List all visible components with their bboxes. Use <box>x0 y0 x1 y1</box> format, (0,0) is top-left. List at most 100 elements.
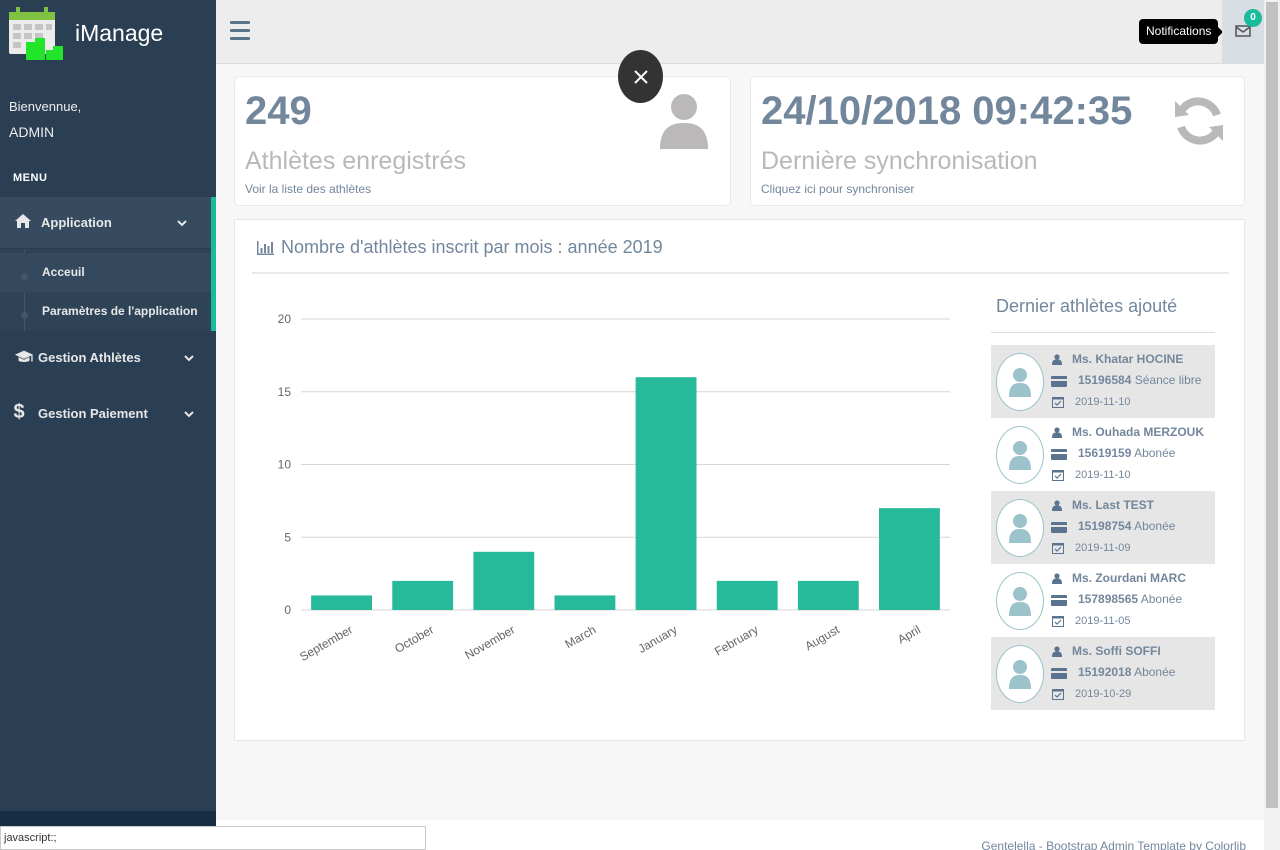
chevron-down-icon <box>184 355 194 362</box>
bar <box>311 595 372 610</box>
athlete-id: 15619159 Abonée <box>1078 446 1175 460</box>
sidebar-item-label: Gestion Paiement <box>38 406 148 421</box>
athlete-plan: Abonée <box>1140 592 1183 606</box>
submenu-item-label: Acceuil <box>42 265 85 279</box>
tile-title: Athlètes enregistrés <box>245 147 466 175</box>
athlete-name: Ms. Soffi SOFFI <box>1072 644 1161 658</box>
athlete-item[interactable]: Ms. Soffi SOFFI 15192018 Abonée 2019-10-… <box>991 637 1215 710</box>
x-tick-label: November <box>462 622 517 662</box>
panel-title: Nombre d'athlètes inscrit par mois : ann… <box>256 237 663 258</box>
user-icon <box>1052 500 1062 511</box>
submenu-item-label: Paramètres de l'application <box>42 304 198 318</box>
calendar-check-icon <box>1052 543 1064 554</box>
y-tick-label: 10 <box>278 458 292 472</box>
y-tick-label: 5 <box>284 530 291 544</box>
y-tick-label: 0 <box>284 603 291 617</box>
user-icon <box>1009 660 1031 689</box>
athlete-item[interactable]: Ms. Zourdani MARC 157898565 Abonée 2019-… <box>991 564 1215 637</box>
athlete-item[interactable]: Ms. Khatar HOCINE 15196584 Séance libre … <box>991 345 1215 418</box>
latest-divider <box>991 332 1215 333</box>
avatar <box>996 353 1044 411</box>
user-icon <box>660 94 708 149</box>
tile-last-sync[interactable]: 24/10/2018 09:42:35 Dernière synchronisa… <box>750 76 1245 206</box>
x-tick-label: January <box>636 622 680 655</box>
tile-subtitle-link[interactable]: Voir la liste des athlètes <box>245 182 371 196</box>
top-navigation: Notifications 0 <box>216 0 1264 64</box>
submenu-item-parametres[interactable]: Paramètres de l'application <box>0 292 211 331</box>
close-icon <box>633 69 648 84</box>
x-tick-label: March <box>563 622 599 651</box>
athlete-id-number: 15192018 <box>1078 665 1132 679</box>
athlete-plan: Abonée <box>1134 519 1176 533</box>
submenu-item-acceuil[interactable]: Acceuil <box>0 253 211 292</box>
bar-chart-icon <box>257 240 274 255</box>
scrollbar-thumb[interactable] <box>1266 2 1278 808</box>
x-tick-label: September <box>297 622 355 663</box>
y-tick-label: 15 <box>278 385 292 399</box>
id-card-icon <box>1051 449 1067 460</box>
tile-athletes-count[interactable]: 249 Athlètes enregistrés Voir la liste d… <box>234 76 731 206</box>
x-tick-label: October <box>392 622 436 655</box>
page-scrollbar[interactable] <box>1264 0 1280 850</box>
athlete-item[interactable]: Ms. Ouhada MERZOUK 15619159 Abonée 2019-… <box>991 418 1215 491</box>
athlete-id-number: 157898565 <box>1078 592 1139 606</box>
chevron-down-icon <box>184 411 194 418</box>
sidebar-item-application[interactable]: Application <box>0 197 216 249</box>
athlete-id-number: 15198754 <box>1078 519 1132 533</box>
calendar-check-icon <box>1052 470 1064 481</box>
sidebar-item-label: Gestion Athlètes <box>38 350 141 365</box>
athlete-name: Ms. Ouhada MERZOUK <box>1072 425 1205 439</box>
bar <box>797 580 859 610</box>
athlete-id: 157898565 Abonée <box>1078 592 1182 606</box>
submenu-application: Acceuil Paramètres de l'application <box>0 249 216 331</box>
athlete-date: 2019-11-09 <box>1075 542 1131 554</box>
tile-count: 249 <box>245 89 312 133</box>
athlete-id: 15196584 Séance libre <box>1078 373 1201 387</box>
avatar <box>996 499 1044 557</box>
athlete-name: Ms. Khatar HOCINE <box>1072 352 1184 366</box>
bar <box>879 508 940 610</box>
graduation-cap-icon <box>14 347 34 367</box>
calendar-check-icon <box>1052 689 1064 700</box>
close-button[interactable] <box>618 50 663 103</box>
tile-title: Dernière synchronisation <box>761 147 1038 175</box>
athlete-id: 15192018 Abonée <box>1078 665 1175 679</box>
athlete-plan: Abonée <box>1134 446 1176 460</box>
panel-divider <box>252 272 1229 274</box>
athlete-plan: Séance libre <box>1134 373 1202 387</box>
menu-toggle-icon[interactable] <box>230 21 250 41</box>
bullet-icon <box>21 273 28 280</box>
avatar <box>996 645 1044 703</box>
user-icon <box>1009 368 1031 397</box>
id-card-icon <box>1051 376 1067 387</box>
refresh-icon <box>1175 97 1223 145</box>
notification-badge: 0 <box>1244 9 1262 27</box>
tile-subtitle-link[interactable]: Cliquez ici pour synchroniser <box>761 182 914 196</box>
latest-title: Dernier athlètes ajouté <box>996 296 1178 316</box>
bullet-icon <box>21 312 28 319</box>
user-icon <box>1009 587 1031 616</box>
menu-title: MENU <box>13 172 48 184</box>
athlete-id-number: 15196584 <box>1078 373 1132 387</box>
athlete-id-number: 15619159 <box>1078 446 1132 460</box>
athlete-name: Ms. Last TEST <box>1072 498 1155 512</box>
y-tick-label: 20 <box>278 312 292 326</box>
athlete-date: 2019-11-05 <box>1075 615 1131 627</box>
user-icon <box>1052 573 1062 584</box>
user-icon <box>1052 427 1062 438</box>
bar <box>392 580 454 610</box>
x-tick-label: August <box>802 622 842 653</box>
sidebar-item-gestion-athletes[interactable]: Gestion Athlètes <box>0 340 216 376</box>
dollar-icon: $ <box>13 400 25 423</box>
athlete-item[interactable]: Ms. Last TEST 15198754 Abonée 2019-11-09 <box>991 491 1215 564</box>
notifications-button[interactable]: 0 <box>1222 0 1264 64</box>
athlete-plan: Abonée <box>1134 665 1176 679</box>
sidebar-item-gestion-paiement[interactable]: $ Gestion Paiement <box>0 396 216 432</box>
athlete-id: 15198754 Abonée <box>1078 519 1175 533</box>
brand[interactable]: iManage <box>0 0 216 66</box>
id-card-icon <box>1051 595 1067 606</box>
bar <box>473 551 535 610</box>
x-tick-label: April <box>895 622 923 646</box>
bar <box>716 580 778 610</box>
footer-credit[interactable]: Gentelella - Bootstrap Admin Template by… <box>981 839 1246 850</box>
